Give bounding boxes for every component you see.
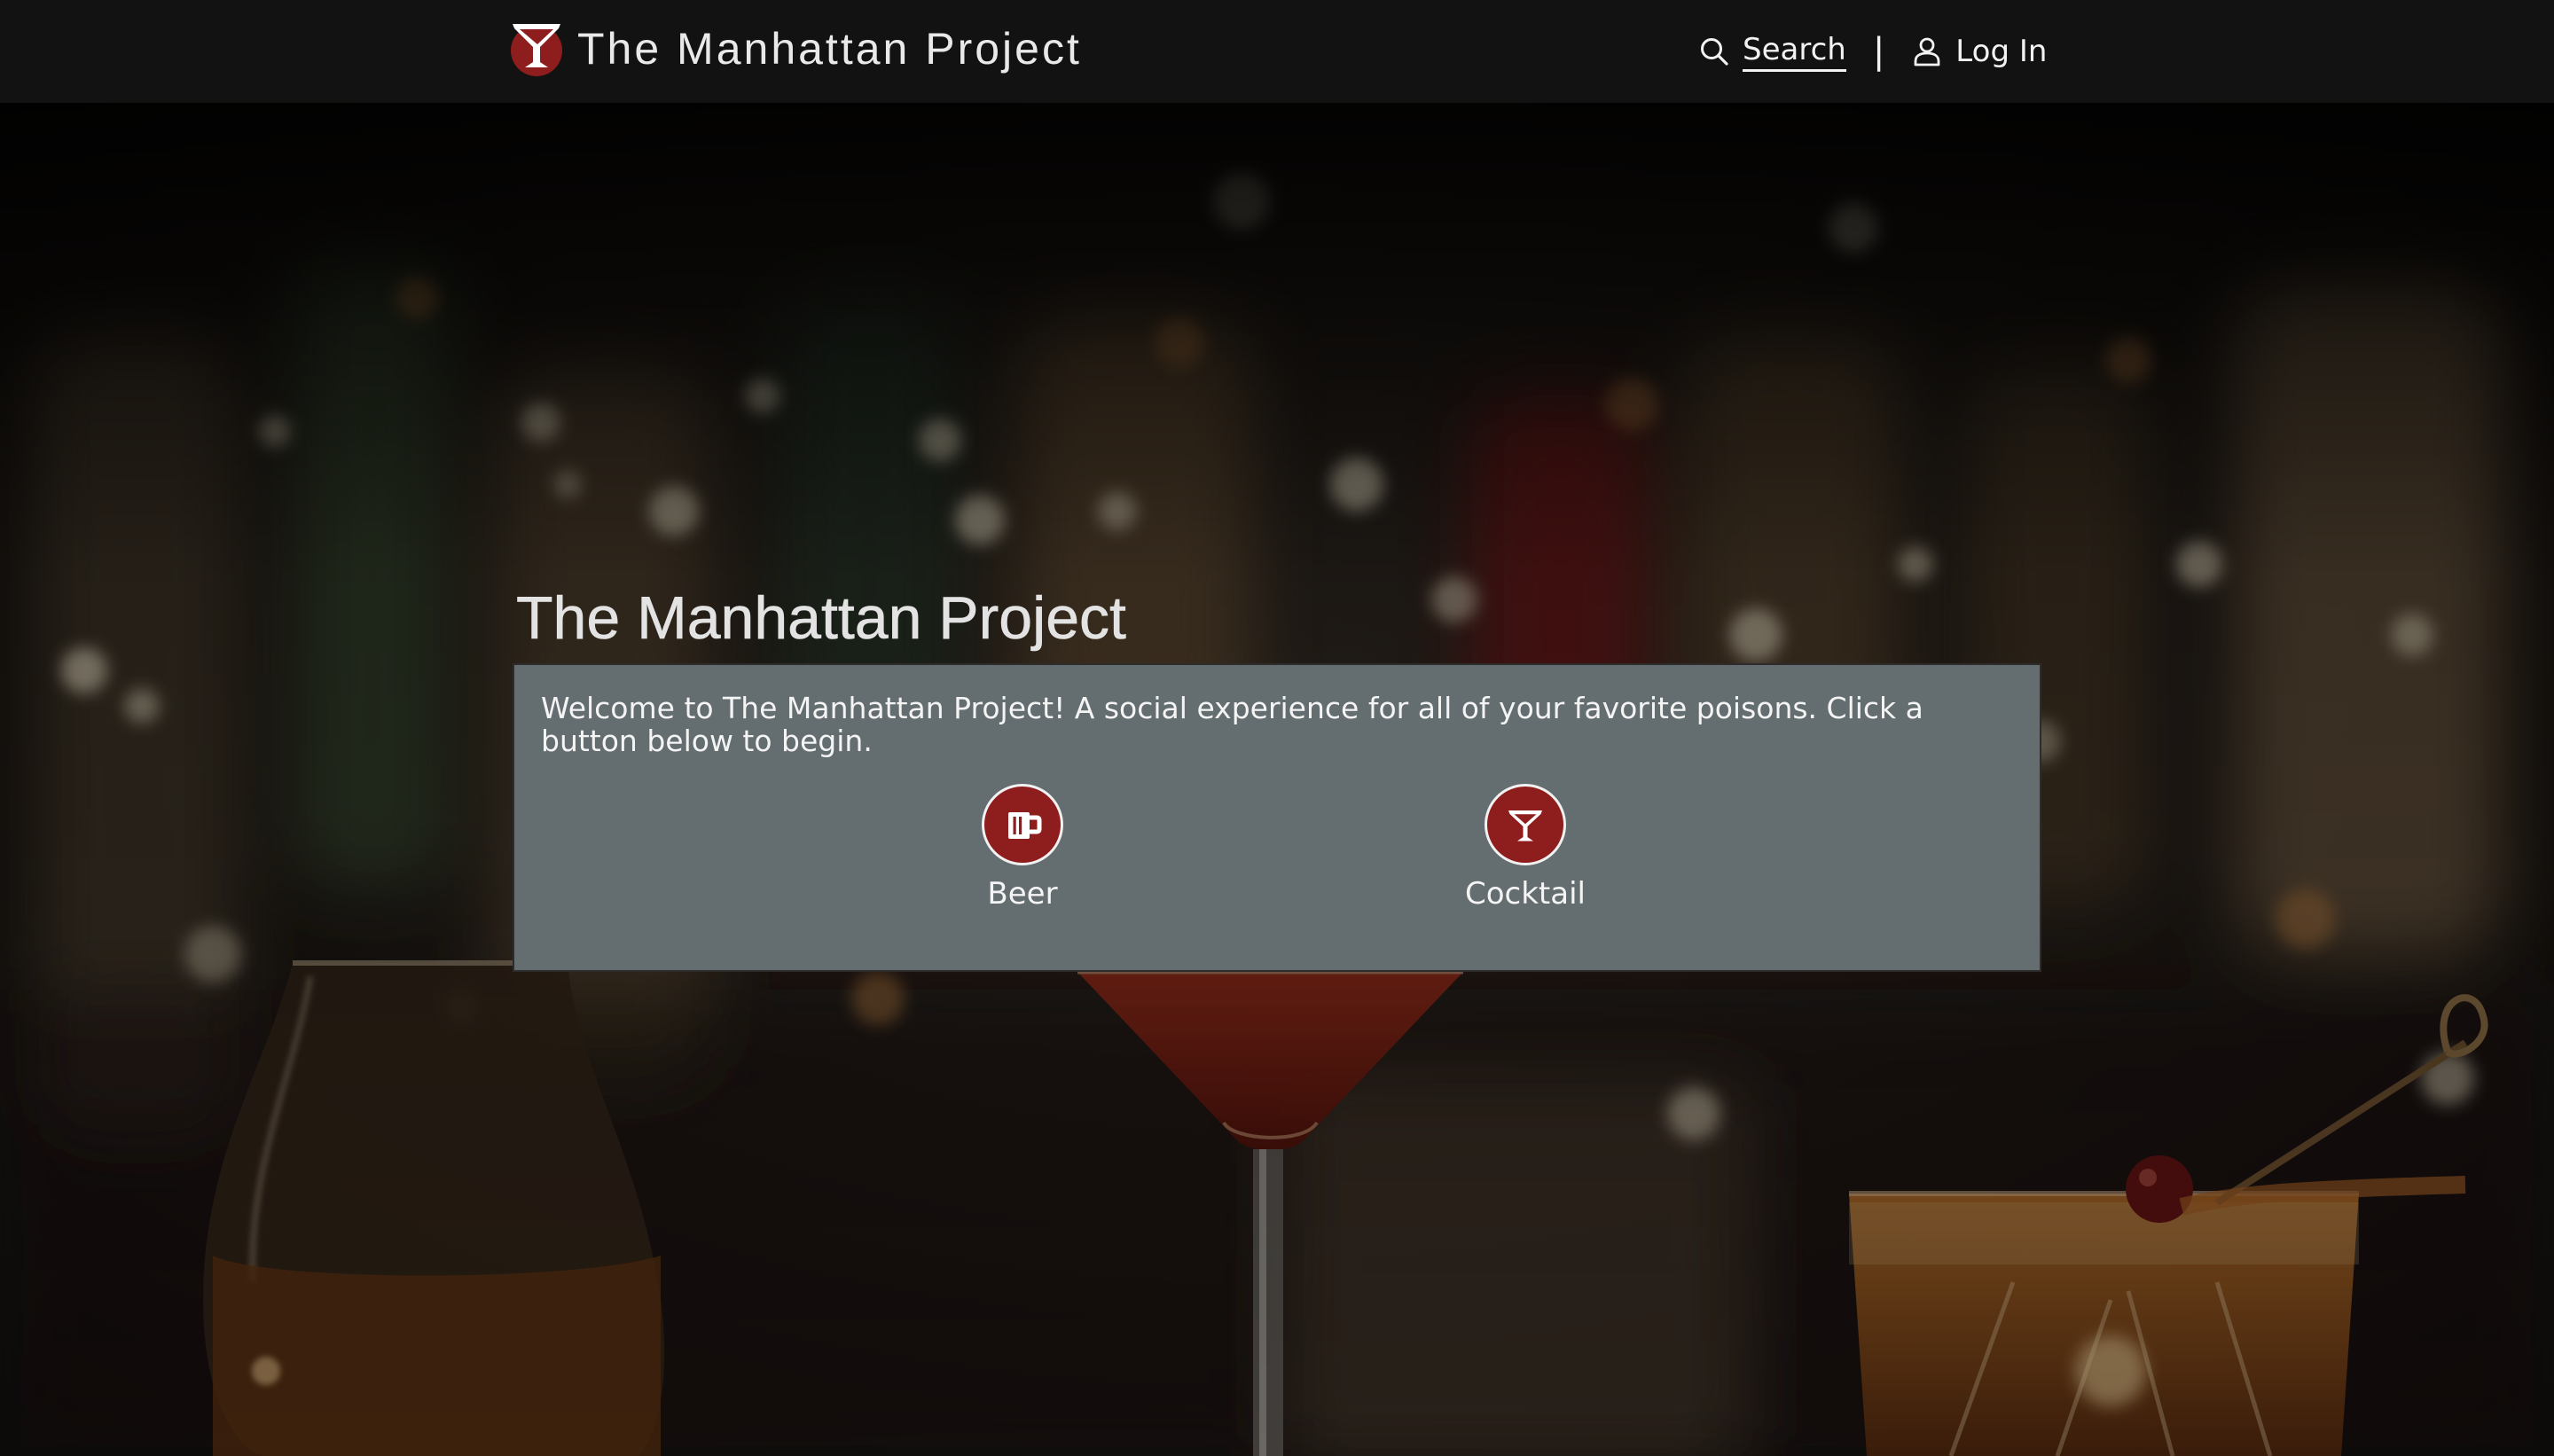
- beer-mug-icon: [1008, 812, 1042, 839]
- nav-separator: |: [1872, 31, 1885, 72]
- beer-icon-circle[interactable]: [982, 784, 1063, 865]
- brand-title: The Manhattan Project: [577, 24, 1082, 74]
- nav-actions: Search | Log In: [1698, 27, 2047, 76]
- welcome-panel: Welcome to The Manhattan Project! A soci…: [513, 663, 2041, 972]
- cocktail-icon-circle[interactable]: [1485, 784, 1566, 865]
- cocktail-glass-icon: [1508, 810, 1542, 842]
- cocktail-logo-icon: [511, 24, 562, 76]
- cocktail-button[interactable]: Cocktail: [1445, 784, 1605, 912]
- beer-button-label: Beer: [987, 876, 1058, 912]
- search-icon: [1701, 38, 1728, 66]
- beer-button[interactable]: Beer: [943, 784, 1102, 912]
- hero-title: The Manhattan Project: [516, 584, 1127, 652]
- user-icon: [1914, 37, 1940, 67]
- search-link[interactable]: Search: [1698, 32, 1846, 72]
- login-link[interactable]: Log In: [1911, 34, 2047, 69]
- cocktail-button-label: Cocktail: [1465, 876, 1586, 912]
- top-navbar: The Manhattan Project Search | Log In: [0, 0, 2554, 103]
- page: The Manhattan Project Search | Log In Th…: [0, 0, 2554, 1456]
- brand-home-link[interactable]: The Manhattan Project: [508, 20, 1082, 78]
- login-link-label: Log In: [1955, 34, 2048, 69]
- welcome-text: Welcome to The Manhattan Project! A soci…: [541, 691, 1923, 758]
- search-link-label: Search: [1743, 32, 1846, 72]
